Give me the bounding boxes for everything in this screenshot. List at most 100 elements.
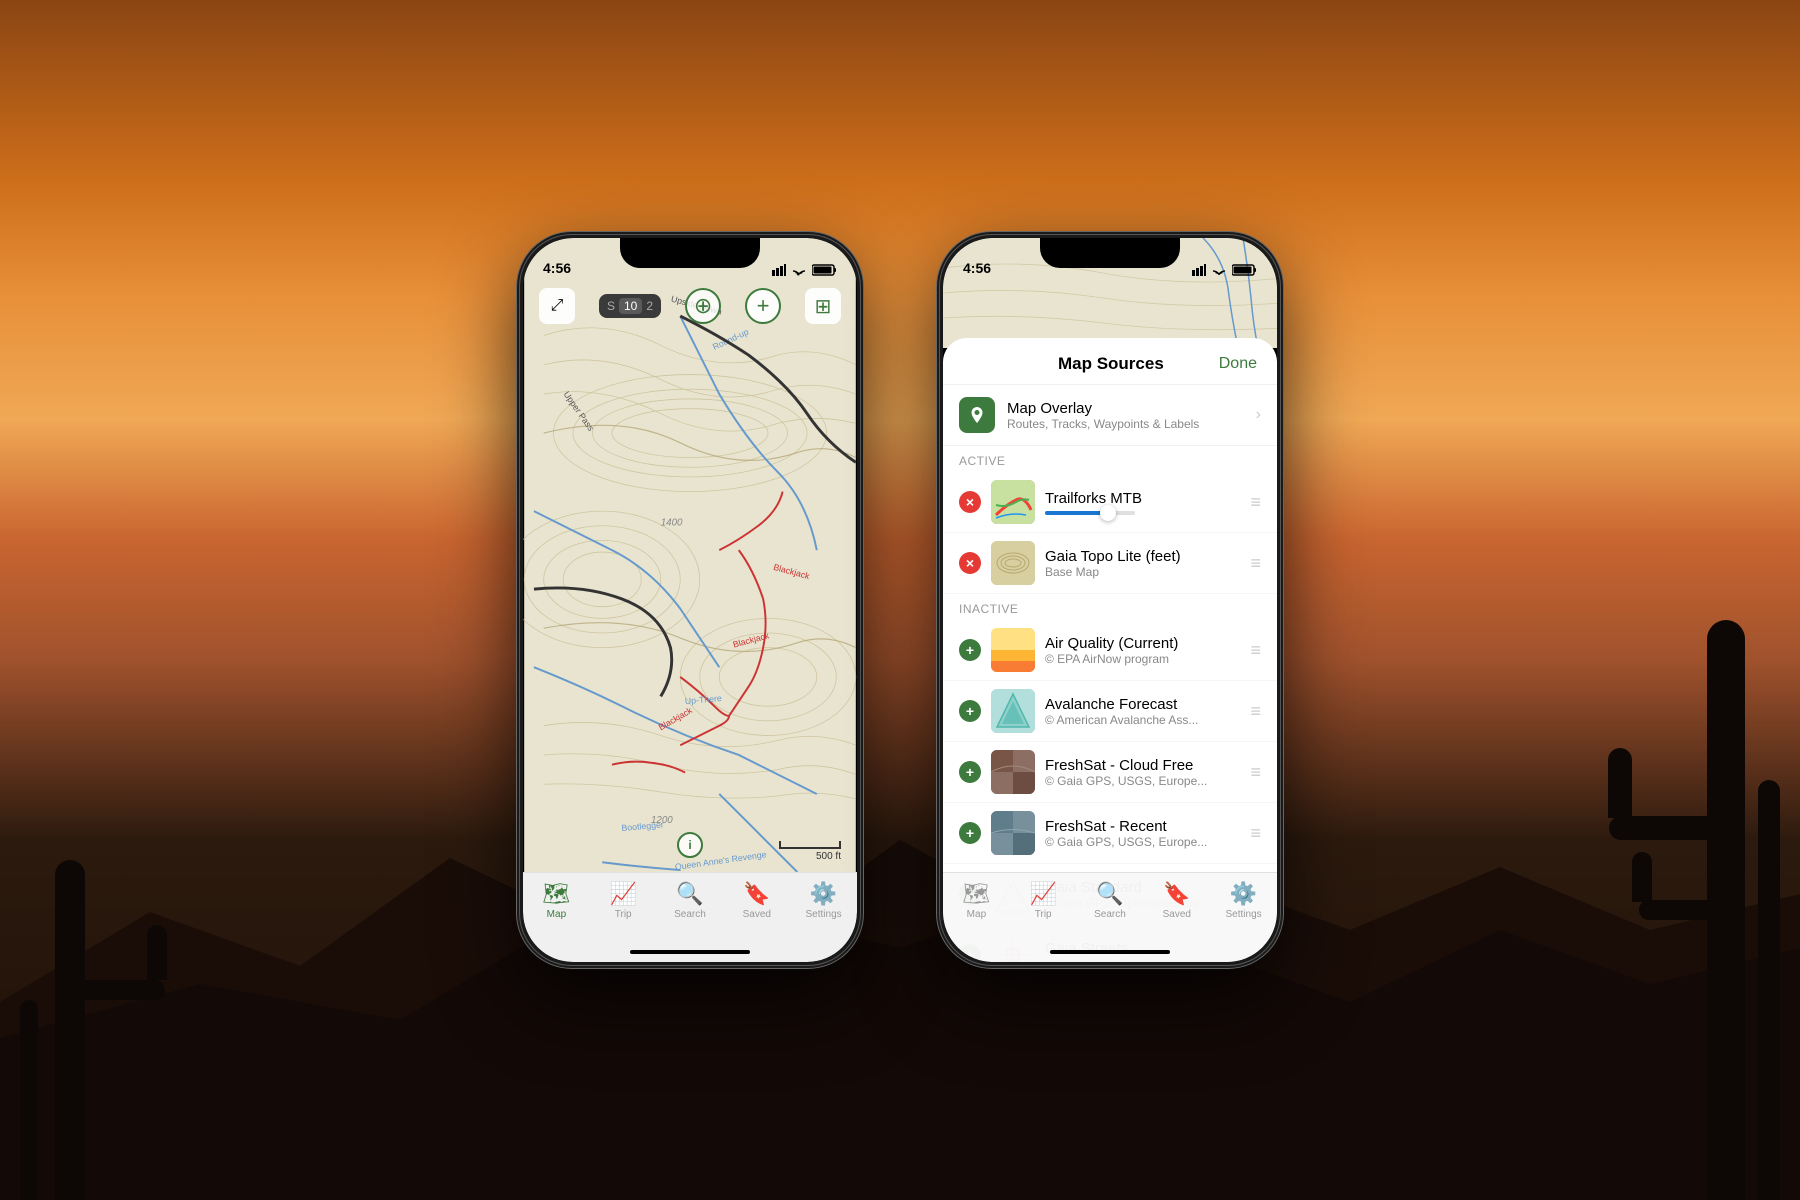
active-section-header: ACTIVE <box>943 446 1277 472</box>
status-icons-left <box>772 264 837 276</box>
trailforks-item: × Trailforks MTB <box>943 472 1277 533</box>
tab-trip-right[interactable]: 📈 Trip <box>1010 881 1077 920</box>
left-phone-inner: 4:56 <box>523 238 857 962</box>
map-toolbar-left: ⤢ S 10 2 ⊕ + ⊞ <box>523 282 857 330</box>
location-pin-icon <box>967 405 987 425</box>
tab-trip-label-left: Trip <box>615 909 632 920</box>
freshsat-cf-sub: © Gaia GPS, USGS, Europe... <box>1045 774 1240 788</box>
info-btn[interactable]: i <box>677 832 703 858</box>
right-phone-screen: 4:56 Map Sources Done <box>943 238 1277 962</box>
tab-map-right[interactable]: 🗺 Map <box>943 881 1010 920</box>
tab-trip-icon-left: 📈 <box>609 881 636 907</box>
tab-search-right[interactable]: 🔍 Search <box>1077 881 1144 920</box>
avalanche-item: + Avalanche Forecast © American Avalanch… <box>943 681 1277 742</box>
cactus-left-arm-up <box>147 925 167 980</box>
avalanche-info: Avalanche Forecast © American Avalanche … <box>1045 696 1240 727</box>
tab-saved-icon-left: 🔖 <box>743 881 770 907</box>
tab-map-icon-left: 🗺 <box>542 881 570 907</box>
scale-s[interactable]: S <box>607 299 615 313</box>
map-overlay-row[interactable]: Map Overlay Routes, Tracks, Waypoints & … <box>943 385 1277 446</box>
tab-settings-label-right: Settings <box>1226 909 1262 920</box>
tab-map-left[interactable]: 🗺 Map <box>523 881 590 920</box>
trailforks-remove-btn[interactable]: × <box>959 491 981 513</box>
expand-btn[interactable]: ⤢ <box>539 288 575 324</box>
air-quality-info: Air Quality (Current) © EPA AirNow progr… <box>1045 635 1240 666</box>
gaia-topo-thumb-svg <box>991 541 1035 585</box>
freshsat-r-drag-handle[interactable]: ≡ <box>1250 824 1261 842</box>
map-sources-panel: Map Sources Done Map Overlay <box>943 338 1277 962</box>
air-quality-name: Air Quality (Current) <box>1045 635 1240 652</box>
scale-2[interactable]: 2 <box>646 299 653 313</box>
gaia-topo-remove-btn[interactable]: × <box>959 552 981 574</box>
left-phone-screen: 4:56 <box>523 238 857 962</box>
freshsat-r-svg <box>991 811 1035 855</box>
trailforks-thumb <box>991 480 1035 524</box>
tab-map-label-left: Map <box>547 909 566 920</box>
tab-saved-icon-right: 🔖 <box>1163 881 1190 907</box>
cactus-right-arm-up <box>1608 748 1632 818</box>
tab-settings-right[interactable]: ⚙️ Settings <box>1210 881 1277 920</box>
gaia-topo-thumb <box>991 541 1035 585</box>
trailforks-slider[interactable] <box>1045 511 1240 515</box>
gaia-topo-info: Gaia Topo Lite (feet) Base Map <box>1045 548 1240 579</box>
done-button[interactable]: Done <box>1219 355 1257 373</box>
avalanche-svg <box>991 689 1035 733</box>
tab-bar-left: 🗺 Map 📈 Trip 🔍 Search 🔖 Saved <box>523 872 857 962</box>
cactus-far-right <box>1758 780 1780 1200</box>
right-phone-inner: 4:56 Map Sources Done <box>943 238 1277 962</box>
overlay-chevron-icon: › <box>1256 406 1261 424</box>
cactus-right-arm2 <box>1639 900 1709 920</box>
scale-bar: 500 ft <box>779 841 841 862</box>
avalanche-add-btn[interactable]: + <box>959 700 981 722</box>
tab-settings-label-left: Settings <box>806 909 842 920</box>
tab-saved-label-right: Saved <box>1163 909 1191 920</box>
freshsat-r-thumb <box>991 811 1035 855</box>
home-indicator-right <box>1050 950 1170 954</box>
wifi-icon-right <box>1211 264 1227 276</box>
freshsat-r-add-btn[interactable]: + <box>959 822 981 844</box>
avalanche-name: Avalanche Forecast <box>1045 696 1240 713</box>
scale-selector[interactable]: S 10 2 <box>599 294 661 318</box>
tab-trip-left[interactable]: 📈 Trip <box>590 881 657 920</box>
tab-saved-left[interactable]: 🔖 Saved <box>723 881 790 920</box>
cactus-left-arm <box>85 980 165 1000</box>
cactus-right <box>1707 620 1745 1200</box>
wifi-icon-left <box>791 264 807 276</box>
phones-container: 4:56 <box>520 235 1280 965</box>
scale-10[interactable]: 10 <box>619 298 642 314</box>
tab-trip-label-right: Trip <box>1035 909 1052 920</box>
home-indicator-left <box>630 950 750 954</box>
freshsat-r-name: FreshSat - Recent <box>1045 818 1240 835</box>
signal-icon-left <box>772 264 786 276</box>
gps-btn[interactable]: ⊕ <box>685 288 721 324</box>
inactive-section-header: INACTIVE <box>943 594 1277 620</box>
freshsat-r-sub: © Gaia GPS, USGS, Europe... <box>1045 835 1240 849</box>
trailforks-drag-handle[interactable]: ≡ <box>1250 493 1261 511</box>
gaia-topo-drag-handle[interactable]: ≡ <box>1250 554 1261 572</box>
notch-right <box>1040 238 1180 268</box>
air-quality-sub: © EPA AirNow program <box>1045 652 1240 666</box>
air-quality-add-btn[interactable]: + <box>959 639 981 661</box>
freshsat-cf-add-btn[interactable]: + <box>959 761 981 783</box>
tab-map-icon-right: 🗺 <box>962 881 990 907</box>
tab-settings-left[interactable]: ⚙️ Settings <box>790 881 857 920</box>
notch-left <box>620 238 760 268</box>
trailforks-thumb-svg <box>991 480 1035 524</box>
layers-btn[interactable]: ⊞ <box>805 288 841 324</box>
cactus-left <box>55 860 85 1200</box>
avalanche-drag-handle[interactable]: ≡ <box>1250 702 1261 720</box>
tab-search-icon-left: 🔍 <box>676 881 703 907</box>
add-btn[interactable]: + <box>745 288 781 324</box>
freshsat-cf-drag-handle[interactable]: ≡ <box>1250 763 1261 781</box>
left-phone: 4:56 <box>520 235 860 965</box>
freshsat-r-info: FreshSat - Recent © Gaia GPS, USGS, Euro… <box>1045 818 1240 849</box>
tab-saved-label-left: Saved <box>743 909 771 920</box>
air-quality-drag-handle[interactable]: ≡ <box>1250 641 1261 659</box>
tab-search-icon-right: 🔍 <box>1096 881 1123 907</box>
panel-header: Map Sources Done <box>943 338 1277 385</box>
avalanche-thumb <box>991 689 1035 733</box>
status-icons-right <box>1192 264 1257 276</box>
tab-search-left[interactable]: 🔍 Search <box>657 881 724 920</box>
gaia-topo-name: Gaia Topo Lite (feet) <box>1045 548 1240 565</box>
tab-saved-right[interactable]: 🔖 Saved <box>1143 881 1210 920</box>
